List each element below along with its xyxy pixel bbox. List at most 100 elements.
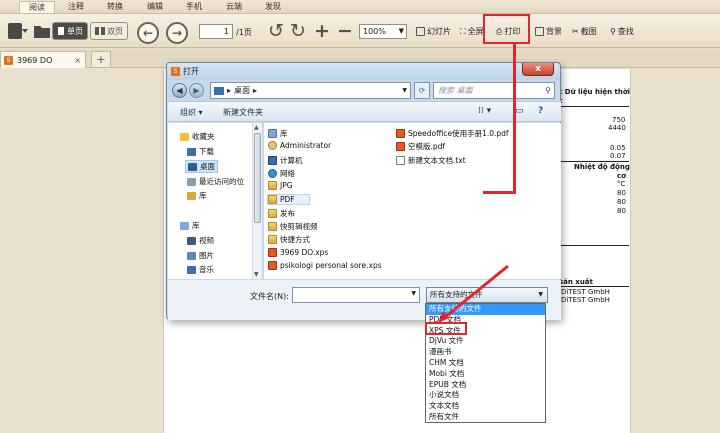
filetype-select[interactable]: 所有支持的文件 ▼	[426, 287, 548, 303]
slideshow-button[interactable]: 幻灯片	[416, 26, 451, 37]
filetype-option[interactable]: CHM 文档	[426, 358, 545, 369]
document-tab[interactable]: S 3969 DO ×	[0, 51, 86, 68]
arrow-right-icon: ▶	[193, 86, 200, 95]
filetype-option[interactable]: EPUB 文档	[426, 380, 545, 391]
file-item[interactable]: PDF	[267, 194, 310, 205]
page-number-input[interactable]: 1	[199, 24, 233, 39]
filetype-option[interactable]: DjVu 文件	[426, 336, 545, 347]
forward-button[interactable]: ▶	[189, 83, 204, 98]
file-item[interactable]: 计算机	[268, 155, 303, 166]
chevron-down-icon[interactable]: ▼	[411, 290, 416, 297]
filetype-option[interactable]: 漫画书	[426, 347, 545, 358]
prev-page-button[interactable]: ←	[137, 22, 159, 44]
double-page-button[interactable]: 双页	[90, 22, 128, 40]
nav-item-pictures[interactable]: 图片	[187, 250, 214, 261]
file-item[interactable]: 空模版.pdf	[396, 141, 445, 152]
nav-item-recent[interactable]: 最近访问的位	[187, 176, 244, 187]
dialog-titlebar[interactable]: S 打开	[167, 63, 560, 80]
nav-item-libraries[interactable]: 库	[180, 220, 200, 231]
arrow-right-icon: →	[171, 26, 183, 40]
nav-item-videos[interactable]: 视频	[187, 235, 214, 246]
help-icon[interactable]: ?	[538, 106, 543, 116]
desktop-icon	[188, 162, 197, 171]
filetype-option[interactable]: 小说文档	[426, 390, 545, 401]
file-item[interactable]: 快剪辑视频	[268, 221, 318, 232]
double-page-label: 双页	[107, 26, 123, 36]
fullscreen-button[interactable]: ⛶ 全屏	[460, 26, 484, 37]
app-menu-icon[interactable]	[6, 20, 30, 42]
slideshow-icon	[416, 27, 425, 36]
menu-tab-discover[interactable]: 发现	[255, 1, 291, 13]
screenshot-button[interactable]: ✂ 截图	[572, 26, 597, 37]
close-tab-icon[interactable]: ×	[74, 56, 81, 65]
rotate-left-icon[interactable]: ↺	[268, 21, 284, 41]
arrow-left-icon: ←	[142, 26, 154, 40]
next-page-button[interactable]: →	[166, 22, 188, 44]
annotation-box-xps	[425, 322, 467, 335]
scroll-up-icon[interactable]: ▲	[254, 124, 259, 131]
file-item[interactable]: 3969 DO.xps	[268, 248, 328, 257]
filename-label: 文件名(N):	[250, 292, 289, 301]
file-item[interactable]: 库	[268, 128, 288, 139]
address-bar[interactable]: ▸ 桌面 ▸ ▼	[210, 82, 411, 99]
menu-tab-read[interactable]: 阅读	[19, 1, 55, 13]
new-tab-button[interactable]: +	[91, 51, 111, 67]
file-item[interactable]: Speedoffice使用手册1.0.pdf	[396, 128, 509, 139]
preview-pane-icon[interactable]: ▭	[515, 106, 524, 116]
file-item[interactable]: Administrator	[268, 141, 331, 150]
menu-tab-convert[interactable]: 转换	[97, 1, 133, 13]
dialog-close-button[interactable]: x	[522, 63, 554, 76]
organize-button[interactable]: 组织 ▾	[180, 107, 203, 118]
rotate-right-icon[interactable]: ↻	[290, 21, 306, 41]
file-item[interactable]: 新建文本文档.txt	[396, 155, 466, 166]
background-button[interactable]: 背景	[535, 26, 562, 37]
nav-item-library[interactable]: 库	[187, 190, 207, 201]
annotation-box-print	[483, 14, 530, 44]
menu-tab-annotate[interactable]: 注释	[58, 1, 94, 13]
text-file-icon	[396, 156, 405, 165]
menu-tab-mobile[interactable]: 手机	[176, 1, 212, 13]
file-item[interactable]: 发布	[268, 208, 295, 219]
file-item[interactable]: 快捷方式	[268, 234, 310, 245]
nav-item-favorites[interactable]: 收藏夹	[180, 131, 215, 142]
nav-label: 音乐	[199, 265, 214, 274]
nav-item-music[interactable]: 音乐	[187, 264, 214, 275]
refresh-button[interactable]: ⟳	[414, 82, 430, 99]
file-name: 发布	[280, 209, 295, 218]
folder-icon	[268, 209, 277, 218]
nav-item-desktop[interactable]: 桌面	[185, 160, 218, 173]
chevron-down-icon[interactable]: ▼	[402, 87, 407, 94]
nav-scrollbar[interactable]: ▲ ▼	[252, 123, 262, 279]
file-item[interactable]: 网络	[268, 168, 295, 179]
annotation-line	[513, 44, 516, 192]
nav-item-downloads[interactable]: 下载	[187, 146, 214, 157]
menu-tab-cloud[interactable]: 云端	[216, 1, 252, 13]
single-page-button[interactable]: 单页	[52, 22, 88, 40]
search-input[interactable]: 搜索 桌面 ⚲	[433, 82, 555, 99]
filetype-option[interactable]: 所有文件	[426, 412, 545, 423]
filetype-option[interactable]: 所有支持的文件	[426, 304, 545, 315]
zoom-in-icon[interactable]: +	[314, 21, 330, 41]
arrow-left-icon: ◀	[176, 86, 183, 95]
find-button[interactable]: ⚲ 查找	[610, 26, 634, 37]
scissors-icon: ✂	[572, 27, 579, 36]
scrollbar-thumb[interactable]	[254, 133, 261, 223]
menu-tab-edit[interactable]: 编辑	[137, 1, 173, 13]
scroll-down-icon[interactable]: ▼	[254, 271, 259, 278]
filename-input[interactable]: ▼	[292, 287, 420, 303]
file-name: 网络	[280, 169, 295, 178]
doc-text: 0.05	[610, 144, 626, 152]
filetype-option[interactable]: 文本文档	[426, 401, 545, 412]
back-button[interactable]: ◀	[172, 83, 187, 98]
filetype-option[interactable]: Mobi 文档	[426, 369, 545, 380]
view-options-icon[interactable]: ⁞⁞ ▾	[478, 106, 491, 116]
nav-label: 下载	[199, 147, 214, 156]
file-item[interactable]: psikologi personal sore.xps	[268, 261, 382, 270]
chevron-down-icon: ▼	[398, 27, 404, 35]
open-folder-icon[interactable]	[33, 20, 51, 42]
new-folder-button[interactable]: 新建文件夹	[223, 107, 263, 118]
zoom-select[interactable]: 100% ▼	[359, 24, 407, 39]
file-item[interactable]: JPG	[268, 181, 293, 190]
navigation-pane: 收藏夹 下载 桌面 最近访问的位 库 库 视频 图片 音乐	[168, 123, 263, 279]
zoom-out-icon[interactable]: −	[337, 21, 353, 41]
